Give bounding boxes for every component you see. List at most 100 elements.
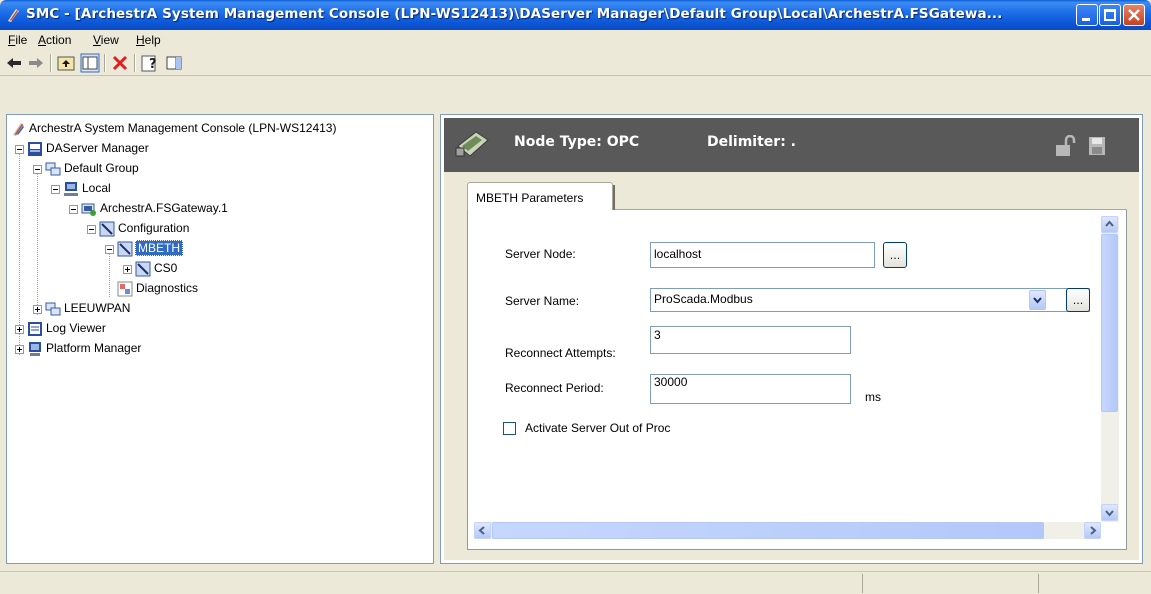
diagnostics-icon	[117, 281, 133, 297]
toolbar: ?	[0, 50, 1151, 76]
tree-item-local[interactable]: Local	[7, 180, 435, 198]
parameters-area: MBETH Parameters Server Node: localhost …	[444, 172, 1139, 560]
tree-item-diagnostics[interactable]: Diagnostics	[7, 280, 435, 298]
tree-item-label: Platform Manager	[46, 341, 142, 355]
expand-toggle[interactable]	[15, 345, 24, 354]
delete-icon[interactable]	[110, 53, 130, 73]
unlock-icon[interactable]	[1054, 135, 1076, 157]
tree-item-leeuwpan[interactable]: LEEUWPAN	[7, 300, 435, 318]
tree-item-label: ArchestrA.FSGateway.1	[100, 201, 228, 215]
console-tree[interactable]: ArchestrA System Management Console (LPN…	[6, 114, 434, 564]
tree-item-daserver-manager[interactable]: DAServer Manager	[7, 140, 435, 158]
window-title: SMC - [ArchestrA System Management Conso…	[26, 6, 1003, 22]
collapse-toggle[interactable]	[51, 185, 60, 194]
svg-text:?: ?	[149, 57, 157, 72]
tree-item-cs0[interactable]: CS0	[7, 260, 435, 278]
tree-item-configuration[interactable]: Configuration	[7, 220, 435, 238]
minimize-button[interactable]	[1076, 4, 1098, 26]
status-bar	[0, 571, 1151, 594]
vertical-scrollbar[interactable]	[1101, 216, 1119, 522]
close-icon	[1128, 9, 1140, 21]
expand-toggle[interactable]	[15, 325, 24, 334]
tree-item-label: LEEUWPAN	[64, 301, 131, 315]
delimiter-label: Delimiter: .	[707, 134, 796, 150]
collapse-toggle[interactable]	[33, 165, 42, 174]
back-arrow-icon[interactable]	[4, 53, 24, 73]
close-button[interactable]	[1123, 4, 1145, 26]
daserver-icon	[81, 203, 96, 216]
tree-item-log-viewer[interactable]: Log Viewer	[7, 320, 435, 338]
menu-bar: File Action View Help	[0, 30, 1151, 50]
scroll-down-button[interactable]	[1101, 504, 1118, 521]
chevron-down-icon	[1105, 510, 1114, 517]
chevron-right-icon	[1090, 526, 1097, 535]
node-header: Node Type: OPC Delimiter: .	[444, 118, 1139, 172]
activate-out-of-proc-checkbox[interactable]	[503, 422, 516, 435]
tree-item-label: Default Group	[64, 161, 139, 175]
forward-arrow-icon[interactable]	[26, 53, 46, 73]
scroll-left-button[interactable]	[474, 522, 491, 539]
menu-file[interactable]: File	[8, 33, 27, 47]
tree-item-label: Diagnostics	[136, 281, 199, 295]
details-pane: Node Type: OPC Delimiter: . MBETH Parame…	[440, 114, 1143, 564]
reconnect-period-label: Reconnect Period:	[505, 381, 604, 395]
scroll-right-button[interactable]	[1084, 522, 1101, 539]
expand-toggle[interactable]	[33, 305, 42, 314]
collapse-toggle[interactable]	[105, 245, 114, 254]
horizontal-scrollbar[interactable]	[474, 522, 1101, 539]
tree-item-label: Log Viewer	[46, 321, 106, 335]
computer-icon	[64, 182, 78, 196]
smc-app-icon	[8, 9, 19, 22]
vertical-scroll-thumb[interactable]	[1101, 234, 1118, 412]
scroll-up-button[interactable]	[1101, 216, 1118, 233]
log-viewer-icon	[28, 322, 42, 336]
network-card-icon	[455, 131, 489, 157]
tab-mbeth-parameters[interactable]: MBETH Parameters	[467, 182, 615, 211]
reconnect-period-input[interactable]: 30000	[650, 374, 851, 404]
tree-item-mbeth[interactable]: MBETH	[7, 240, 435, 258]
device-object-icon	[135, 261, 151, 277]
tree-item-label: Configuration	[118, 221, 190, 235]
dropdown-button[interactable]	[1029, 290, 1046, 310]
collapse-toggle[interactable]	[69, 205, 78, 214]
chevron-left-icon	[478, 526, 485, 535]
tree-item-default-group[interactable]: Default Group	[7, 160, 435, 178]
tree-item-root[interactable]: ArchestrA System Management Console (LPN…	[7, 120, 435, 138]
menu-help[interactable]: Help	[136, 33, 161, 47]
server-name-browse-button[interactable]: ...	[1066, 288, 1090, 312]
show-hide-tree-icon[interactable]	[80, 53, 100, 73]
node-type-label: Node Type: OPC	[514, 134, 640, 150]
server-node-input[interactable]: localhost	[650, 242, 875, 268]
properties-icon[interactable]: ?	[140, 53, 160, 73]
server-name-label: Server Name:	[505, 294, 580, 308]
tab-page-mbeth-parameters: Server Node: localhost ... Server Name: …	[467, 210, 1127, 550]
collapse-toggle[interactable]	[87, 225, 96, 234]
collapse-toggle[interactable]	[15, 145, 24, 154]
expand-toggle[interactable]	[123, 265, 132, 274]
reconnect-attempts-label: Reconnect Attempts:	[505, 346, 616, 360]
save-icon[interactable]	[1088, 136, 1106, 156]
title-bar: SMC - [ArchestrA System Management Conso…	[0, 0, 1151, 30]
show-hide-action-pane-icon[interactable]	[164, 53, 184, 73]
server-node-label: Server Node:	[505, 247, 576, 261]
tree-item-label: ArchestrA System Management Console (LPN…	[29, 121, 337, 135]
menu-view[interactable]: View	[93, 33, 119, 47]
reconnect-attempts-input[interactable]: 3	[650, 326, 851, 354]
configuration-icon	[99, 221, 115, 237]
status-cell	[1038, 574, 1151, 593]
activate-out-of-proc-label: Activate Server Out of Proc	[525, 421, 671, 435]
server-name-select[interactable]: ProScada.Modbus	[650, 288, 1090, 312]
server-name-value: ProScada.Modbus	[654, 292, 753, 306]
port-object-icon	[117, 241, 133, 257]
menu-action[interactable]: Action	[38, 33, 71, 47]
tree-item-label: CS0	[154, 261, 178, 275]
group-icon	[45, 302, 61, 316]
tree-item-platform-manager[interactable]: Platform Manager	[7, 340, 435, 358]
server-node-browse-button[interactable]: ...	[883, 242, 907, 268]
horizontal-scroll-thumb[interactable]	[492, 522, 1044, 539]
smc-root-icon	[13, 123, 24, 136]
up-folder-icon[interactable]	[56, 53, 76, 73]
maximize-button[interactable]	[1099, 4, 1121, 26]
reconnect-period-unit: ms	[865, 390, 881, 404]
tree-item-fsgateway[interactable]: ArchestrA.FSGateway.1	[7, 200, 435, 218]
